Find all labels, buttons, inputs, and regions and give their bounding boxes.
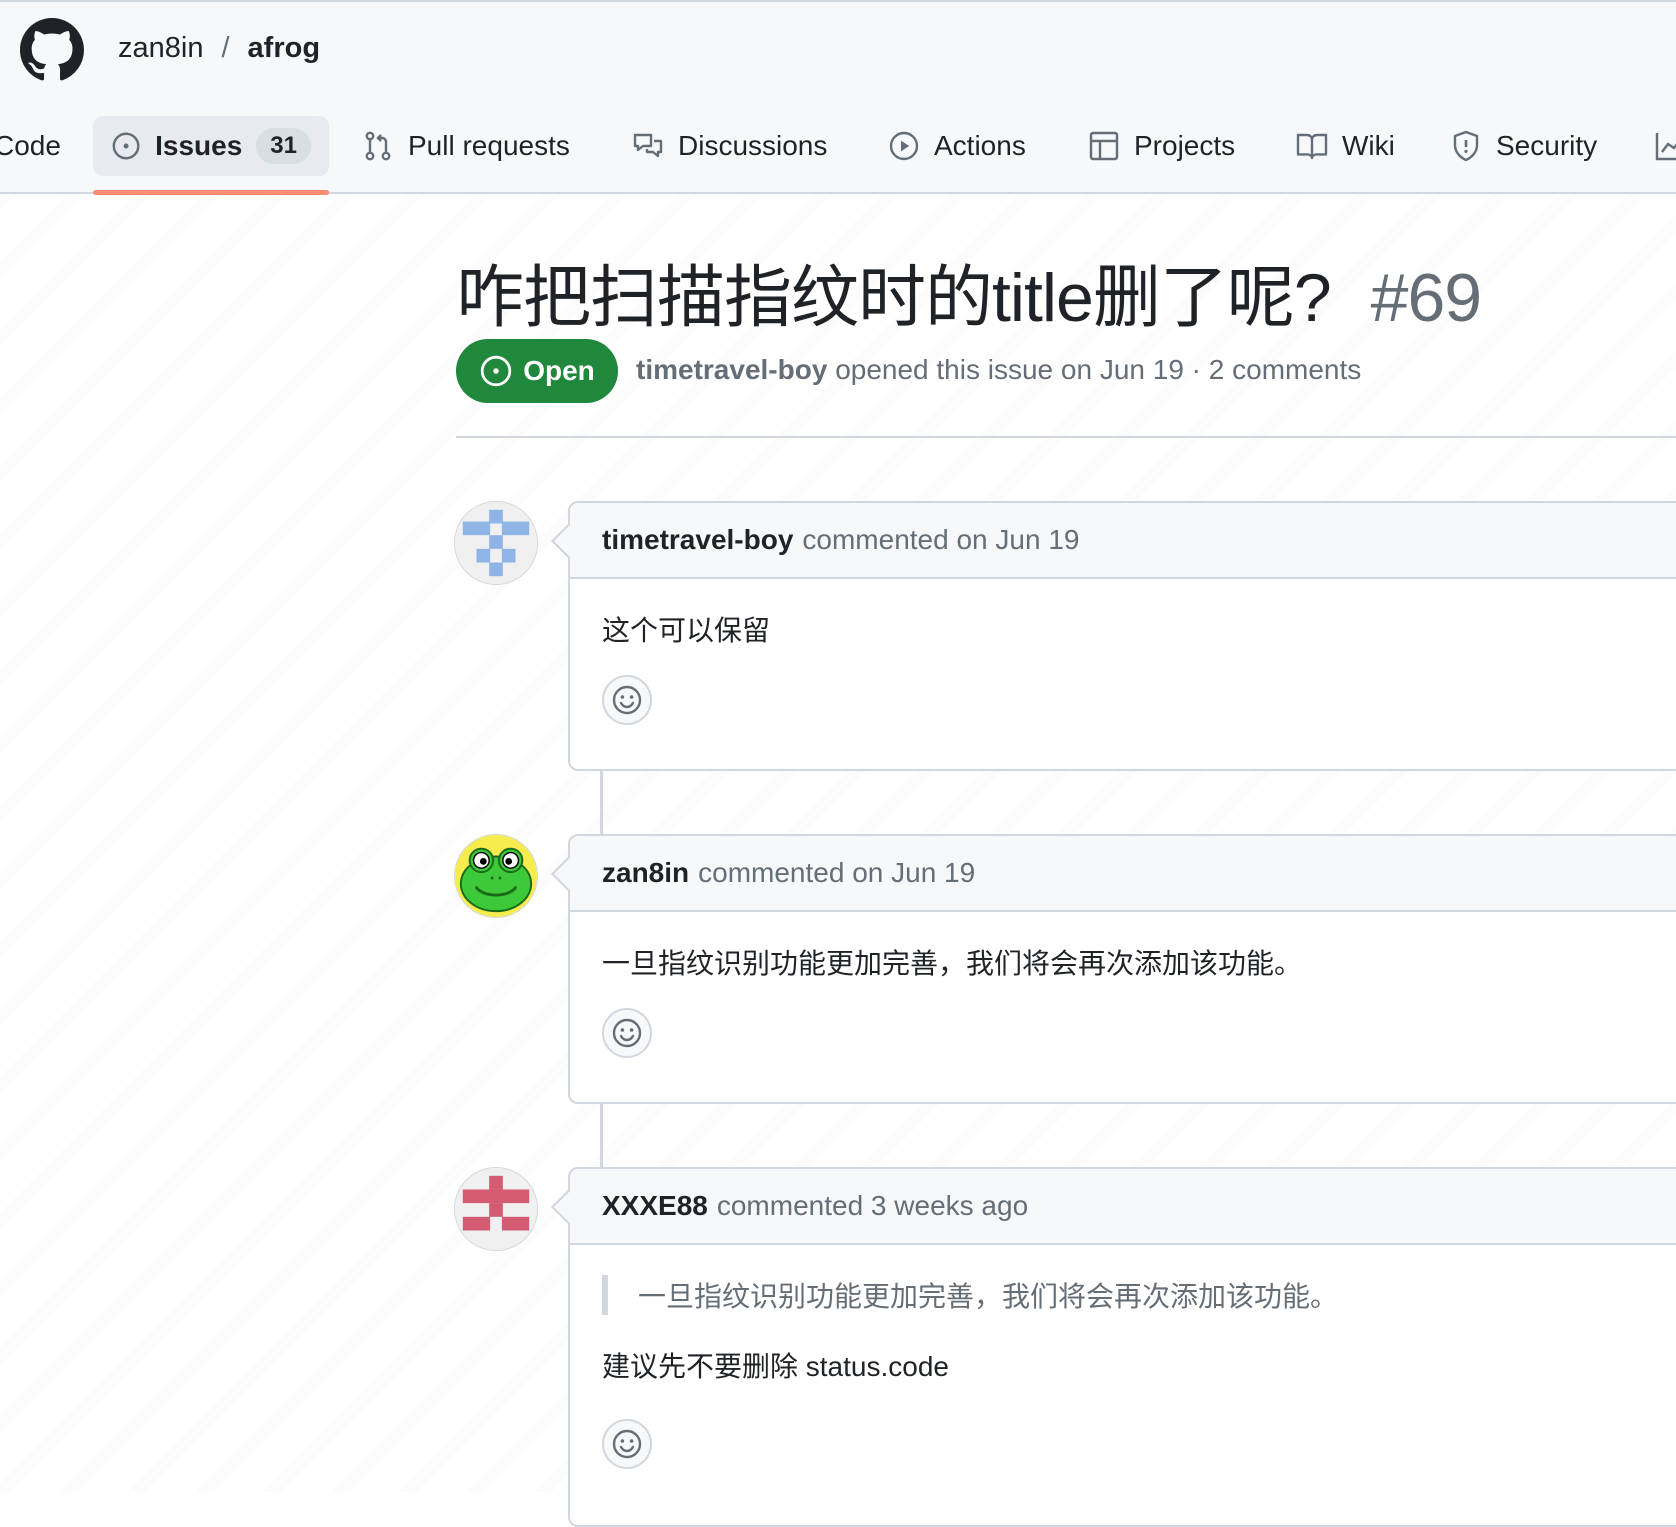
tab-wiki[interactable]: Wiki (1296, 116, 1395, 176)
avatar[interactable] (454, 1167, 538, 1251)
repo-header: zan8in / afrog Code Issues 31 Pull reque… (0, 0, 1676, 196)
comment-body: 一旦指纹识别功能更加完善，我们将会再次添加该功能。 (570, 912, 1676, 1058)
blockquote: 一旦指纹识别功能更加完善，我们将会再次添加该功能。 (602, 1275, 1674, 1315)
frog-avatar-icon (455, 835, 537, 917)
tab-label: Wiki (1342, 130, 1395, 161)
comment-body: 这个可以保留 (570, 579, 1676, 725)
comment-timestamp[interactable]: commented on Jun 19 (802, 524, 1079, 556)
tab-label: Issues (155, 130, 243, 161)
issue-meta: timetravel-boy opened this issue on Jun … (636, 354, 1361, 386)
comment-timestamp[interactable]: commented on Jun 19 (698, 857, 975, 889)
identicon-avatar-icon (455, 1168, 537, 1250)
issue-title-text: 咋把扫描指纹时的title删了呢? (456, 260, 1332, 336)
comment-header: timetravel-boy commented on Jun 19 (570, 503, 1676, 579)
comment-card: XXXE88 commented 3 weeks ago 一旦指纹识别功能更加完… (568, 1167, 1676, 1527)
comment-text: 建议先不要删除 status.code (602, 1351, 949, 1382)
comment-timestamp[interactable]: commented 3 weeks ago (717, 1190, 1028, 1222)
issue-state-label: Open (523, 355, 595, 386)
tab-pull-requests[interactable]: Pull requests (362, 116, 570, 176)
graph-icon (1655, 133, 1676, 161)
breadcrumb: zan8in / afrog (118, 32, 320, 65)
active-tab-indicator (93, 190, 329, 195)
tab-label: Pull requests (408, 130, 570, 161)
breadcrumb-separator: / (221, 32, 230, 64)
issues-count-badge: 31 (256, 128, 311, 164)
tab-label: Security (1496, 130, 1598, 161)
comment-header: XXXE88 commented 3 weeks ago (570, 1169, 1676, 1245)
repo-nav-tabs: Code Issues 31 Pull requests Discussions… (0, 114, 1676, 196)
tab-actions[interactable]: Actions (888, 116, 1026, 176)
github-logo-icon[interactable] (20, 18, 84, 82)
comment-text: 一旦指纹识别功能更加完善，我们将会再次添加该功能。 (602, 948, 1303, 979)
issue-opened-text: opened this issue on Jun 19 · 2 comments (835, 354, 1362, 385)
tab-label: Projects (1134, 130, 1236, 161)
tab-label: Actions (934, 130, 1026, 161)
avatar[interactable] (454, 834, 538, 918)
book-icon (1296, 133, 1328, 160)
issue-title: 咋把扫描指纹时的title删了呢? #69 (456, 242, 1482, 341)
header-divider (456, 436, 1676, 438)
tab-projects[interactable]: Projects (1088, 116, 1235, 176)
issue-number: #69 (1370, 260, 1482, 336)
comment-author-link[interactable]: zan8in (602, 857, 689, 889)
issue-opened-icon (481, 355, 512, 387)
comment-card: timetravel-boy commented on Jun 19 这个可以保… (568, 501, 1676, 771)
issue-state-badge: Open (456, 339, 618, 403)
smiley-icon (612, 1018, 642, 1048)
comment-card: zan8in commented on Jun 19 一旦指纹识别功能更加完善，… (568, 834, 1676, 1104)
add-reaction-button[interactable] (602, 1419, 652, 1469)
tab-discussions[interactable]: Discussions (632, 116, 827, 176)
identicon-avatar-icon (455, 502, 537, 584)
repo-owner-link[interactable]: zan8in (118, 32, 203, 65)
timeline-connector (600, 770, 603, 836)
tab-insights-partial[interactable] (1654, 116, 1676, 176)
tab-code[interactable]: Code (0, 116, 61, 176)
shield-icon (1453, 130, 1479, 162)
tab-label: Discussions (678, 130, 828, 161)
comment-author-link[interactable]: timetravel-boy (602, 524, 793, 556)
comment-discussion-icon (633, 133, 663, 158)
tab-issues[interactable]: Issues 31 (93, 116, 329, 176)
timeline-connector (600, 1102, 603, 1168)
tab-security[interactable]: Security (1450, 116, 1597, 176)
issue-opened-icon (112, 132, 140, 160)
avatar[interactable] (454, 501, 538, 585)
comment-author-link[interactable]: XXXE88 (602, 1190, 708, 1222)
smiley-icon (612, 1429, 642, 1459)
git-pull-request-icon (365, 131, 391, 161)
add-reaction-button[interactable] (602, 1008, 652, 1058)
tab-label: Code (0, 130, 61, 161)
repo-name-link[interactable]: afrog (248, 32, 321, 65)
issue-author-link[interactable]: timetravel-boy (636, 354, 827, 385)
smiley-icon (612, 685, 642, 715)
play-icon (889, 131, 919, 161)
comment-text: 这个可以保留 (602, 615, 771, 646)
table-icon (1089, 131, 1119, 161)
add-reaction-button[interactable] (602, 675, 652, 725)
comment-body: 一旦指纹识别功能更加完善，我们将会再次添加该功能。 建议先不要删除 status… (570, 1245, 1676, 1469)
comment-header: zan8in commented on Jun 19 (570, 836, 1676, 912)
